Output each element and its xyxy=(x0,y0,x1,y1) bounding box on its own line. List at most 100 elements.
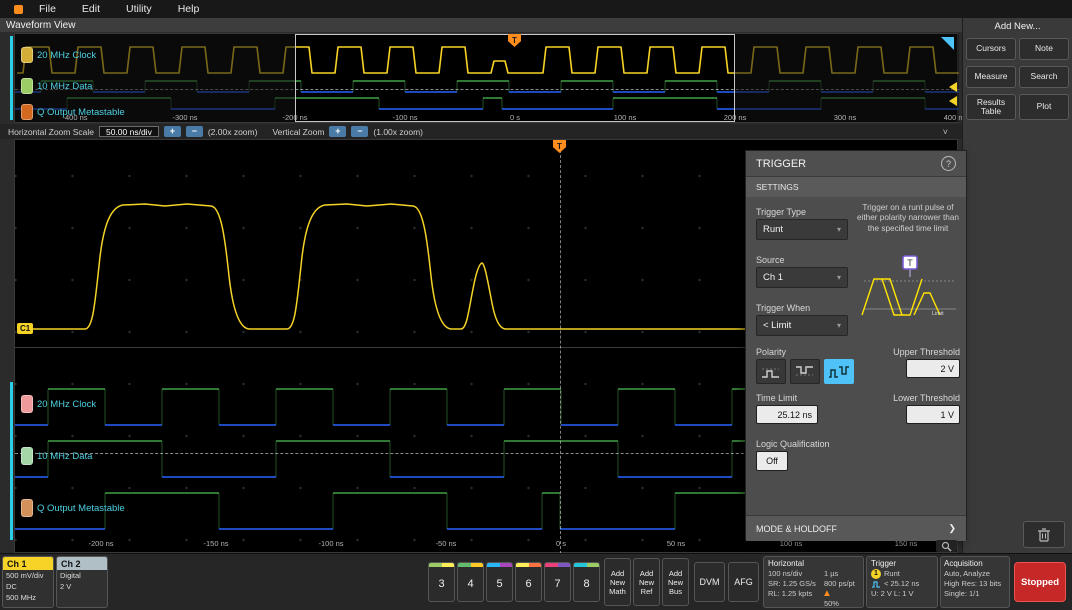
digital-channel-label: Q Output Metastable xyxy=(21,499,125,517)
add-new-math-button[interactable]: Add New Math xyxy=(604,558,631,606)
horizontal-col2: 1 µs 800 ps/pt 50% xyxy=(824,569,855,608)
add-new-ref-button[interactable]: Add New Ref xyxy=(633,558,660,606)
afg-button[interactable]: AFG xyxy=(728,562,759,602)
acquisition-title: Acquisition xyxy=(944,559,1006,568)
svg-text:T: T xyxy=(907,258,913,268)
main-axis-label: -200 ns xyxy=(79,539,123,548)
source-dropdown[interactable]: Ch 1▾ xyxy=(756,267,848,288)
ch1-badge[interactable]: Ch 1 500 mV/div DC 500 MHz xyxy=(2,556,54,608)
chevron-down-icon[interactable]: ˅ xyxy=(943,127,948,137)
help-icon[interactable]: ? xyxy=(941,156,956,171)
trigger-type-label: Trigger Type xyxy=(756,207,806,217)
plot-button[interactable]: Plot xyxy=(1019,94,1069,120)
measure-button[interactable]: Measure xyxy=(966,66,1016,88)
channel-chip[interactable] xyxy=(21,395,33,413)
menu-item-edit[interactable]: Edit xyxy=(82,3,100,15)
polarity-negative-button[interactable] xyxy=(790,359,820,384)
note-button[interactable]: Note xyxy=(1019,38,1069,60)
ch2-mode: Digital xyxy=(57,570,107,581)
trigger-level-marker[interactable] xyxy=(949,82,957,92)
search-button[interactable]: Search xyxy=(1019,66,1069,88)
v-zoom-in-button[interactable]: + xyxy=(329,126,346,137)
trigger-when-dropdown[interactable]: < Limit▾ xyxy=(756,315,848,336)
channel-button-5[interactable]: 5 xyxy=(486,562,513,602)
magnifier-icon xyxy=(941,541,952,552)
zoom-scale-bar: Horizontal Zoom Scale 50.00 ns/div + − (… xyxy=(0,124,962,139)
channel-chip[interactable] xyxy=(21,47,33,63)
menu-item-help[interactable]: Help xyxy=(178,3,200,15)
digital-channel-label: 10 MHz Data xyxy=(21,447,92,465)
channel-button-4[interactable]: 4 xyxy=(457,562,484,602)
ch2-badge[interactable]: Ch 2 Digital 2 V xyxy=(56,556,108,608)
trigger-badge[interactable]: Trigger 1Runt < 25.12 ns U: 2 V L: 1 V xyxy=(866,556,938,608)
channel-button-6[interactable]: 6 xyxy=(515,562,542,602)
time-limit-input[interactable]: 25.12 ns xyxy=(756,405,818,424)
channel-button-3[interactable]: 3 xyxy=(428,562,455,602)
trigger-panel-title: TRIGGER xyxy=(756,158,806,170)
channel-button-label: 8 xyxy=(574,567,599,601)
upper-threshold-input[interactable]: 2 V xyxy=(906,359,960,378)
menu-item-file[interactable]: File xyxy=(39,3,56,15)
lower-threshold-input[interactable]: 1 V xyxy=(906,405,960,424)
vertical-zoom-label: Vertical Zoom xyxy=(272,127,324,137)
polarity-label: Polarity xyxy=(756,347,786,357)
trigger-panel-header: TRIGGER ? xyxy=(746,151,966,177)
dvm-button[interactable]: DVM xyxy=(694,562,725,602)
zoom-tool-button[interactable] xyxy=(936,540,957,552)
overview-axis-label: -300 ns xyxy=(163,113,207,122)
trigger-when-label: Trigger When xyxy=(756,303,810,313)
polarity-positive-button[interactable] xyxy=(756,359,786,384)
trigger-type-dropdown[interactable]: Runt▾ xyxy=(756,219,848,240)
results-table-button[interactable]: Results Table xyxy=(966,94,1016,120)
cursors-button[interactable]: Cursors xyxy=(966,38,1016,60)
logic-qualification-label: Logic Qualification xyxy=(756,439,830,449)
ch1-coupling: DC xyxy=(3,581,53,592)
run-stop-button[interactable]: Stopped xyxy=(1014,562,1066,602)
trash-icon xyxy=(1037,527,1051,543)
add-new-title: Add New... xyxy=(963,18,1072,32)
logic-qualification-toggle[interactable]: Off xyxy=(756,451,788,471)
channel-chip[interactable] xyxy=(21,104,33,120)
trigger-level-marker[interactable] xyxy=(949,96,957,106)
time-limit-label: Time Limit xyxy=(756,393,797,403)
menu-item-utility[interactable]: Utility xyxy=(126,3,152,15)
channel-button-7[interactable]: 7 xyxy=(544,562,571,602)
trigger-settings-panel: TRIGGER ? SETTINGS Trigger Type Runt▾ Tr… xyxy=(745,150,967,540)
v-zoom-out-button[interactable]: − xyxy=(351,126,368,137)
horizontal-badge[interactable]: Horizontal 100 ns/div SR: 1.25 GS/s RL: … xyxy=(763,556,864,608)
app-icon xyxy=(14,5,23,14)
overview-axis-label: 0 s xyxy=(493,113,537,122)
overview-axis-label: -400 ns xyxy=(53,113,97,122)
upper-threshold-label: Upper Threshold xyxy=(856,347,960,357)
overview-axis-label: 100 ns xyxy=(603,113,647,122)
channel-chip[interactable] xyxy=(21,78,33,94)
negative-runt-icon xyxy=(795,364,815,380)
ch1-badge-header: Ch 1 xyxy=(3,557,53,570)
polarity-either-button[interactable] xyxy=(824,359,854,384)
waveform-overview[interactable]: 20 MHz Clock 10 MHz Data Q Output Metast… xyxy=(14,33,958,123)
trash-button[interactable] xyxy=(1023,521,1065,548)
chevron-right-icon: ❯ xyxy=(948,523,956,534)
chevron-down-icon: ▾ xyxy=(837,273,841,282)
horizontal-zoom-scale-value[interactable]: 50.00 ns/div xyxy=(99,126,159,137)
waveform-view-titlebar: Waveform View xyxy=(0,18,962,32)
zoom-flag-icon[interactable] xyxy=(941,37,954,50)
acquisition-badge[interactable]: Acquisition Auto, Analyze High Res: 13 b… xyxy=(940,556,1010,608)
channel-chip[interactable] xyxy=(21,447,33,465)
ch1-bandwidth: 500 MHz xyxy=(3,592,53,603)
channel-button-label: 3 xyxy=(429,567,454,601)
oscilloscope-screen: File Edit Utility Help Waveform View Add Ne… xyxy=(0,0,1072,610)
channel-chip[interactable] xyxy=(21,499,33,517)
positive-runt-icon xyxy=(761,364,781,380)
zoom-window[interactable] xyxy=(295,34,735,122)
tab-settings[interactable]: SETTINGS xyxy=(746,177,966,197)
channel-button-8[interactable]: 8 xyxy=(573,562,600,602)
main-axis-label: -100 ns xyxy=(309,539,353,548)
h-zoom-in-button[interactable]: + xyxy=(164,126,181,137)
main-axis-label: -50 ns xyxy=(424,539,468,548)
digital-selection-bar xyxy=(10,382,13,540)
mode-holdoff-section[interactable]: MODE & HOLDOFF ❯ xyxy=(746,515,966,541)
h-zoom-out-button[interactable]: − xyxy=(186,126,203,137)
add-new-bus-button[interactable]: Add New Bus xyxy=(662,558,689,606)
channel1-reference-marker[interactable]: C1 xyxy=(17,323,33,334)
